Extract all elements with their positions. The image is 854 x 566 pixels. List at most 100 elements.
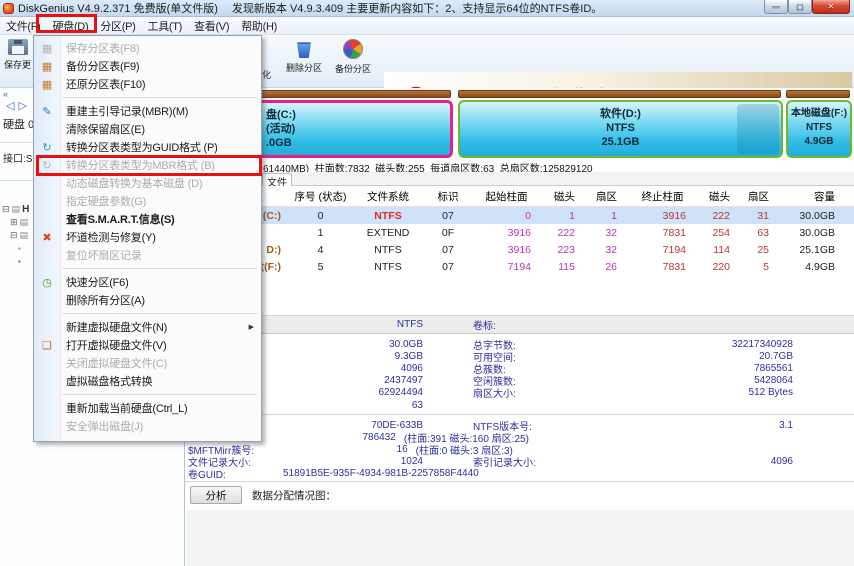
detail-row: NTFS卷标:: [185, 315, 854, 334]
menu-item-reload-current-disk[interactable]: 重新加载当前硬盘(Ctrl_L): [34, 399, 261, 417]
partition-tree: ⊟ ▤ H ⊞ ▤ ⊟ ▤ ▪ ▪: [2, 203, 30, 268]
menu-item-new-virtual-disk-file[interactable]: 新建虚拟硬盘文件(N) ▶: [34, 318, 261, 336]
edit-icon: ✎: [34, 105, 60, 118]
table-row-d[interactable]: D:) 4 NTFS 07 3916 223 32 7194 114 25 25…: [185, 241, 854, 258]
col-start-cyl: 起始柱面: [468, 189, 545, 204]
minimize-button[interactable]: —: [764, 0, 788, 14]
analyze-button[interactable]: 分析: [190, 486, 242, 504]
menu-item-close-virtual-disk-file: 关闭虚拟硬盘文件(C): [34, 354, 261, 372]
partition-details: NTFS卷标: 30.0GB总字节数:32217340928 9.3GB可用空间…: [185, 315, 854, 480]
collapse-node-icon[interactable]: ⊟: [2, 204, 10, 215]
format-button-fragment[interactable]: 化: [262, 65, 271, 81]
menu-item-quick-partition[interactable]: ◷ 快速分区(F6): [34, 273, 261, 291]
tree-item[interactable]: ⊟ ▤: [10, 229, 30, 242]
pie-chart-icon: [343, 39, 363, 59]
close-button[interactable]: ✕: [812, 0, 850, 14]
menu-tools[interactable]: 工具(T): [142, 17, 189, 35]
expand-node-icon[interactable]: ⊞: [10, 217, 18, 228]
menu-bar: 文件(F) 硬盘(D) 分区(P) 工具(T) 查看(V) 帮助(H): [0, 17, 854, 35]
partition-c-status: (活动): [266, 122, 296, 136]
menu-item-clear-reserved-sectors[interactable]: 清除保留扇区(E): [34, 120, 261, 138]
data-allocation-map-label: 数据分配情况图：: [252, 488, 336, 503]
tab-strip: 文件: [185, 172, 854, 186]
partition-d-size: 25.1GB: [460, 135, 781, 149]
clock-icon: ◷: [34, 276, 60, 289]
disk-selector-label[interactable]: 硬盘 0: [3, 116, 34, 132]
save-disk-icon: [8, 39, 28, 55]
menu-item-restore-partition-table[interactable]: ▦ 还原分区表(F10): [34, 75, 261, 93]
partition-bar-f[interactable]: 本地磁盘(F:) NTFS 4.9GB: [786, 100, 852, 158]
partition-cap-f: [786, 90, 850, 98]
detail-row-guid: 卷GUID:51891B5E-935F-4934-981B-2257858F44…: [185, 468, 854, 480]
menu-separator: [34, 390, 261, 399]
backup-partition-button[interactable]: 备份分区: [335, 39, 371, 75]
menu-item-delete-all-partitions[interactable]: 删除所有分区(A): [34, 291, 261, 309]
detail-row: 文件记录大小:1024索引记录大小:4096: [185, 456, 854, 468]
disk-icon: ▦: [34, 60, 60, 73]
partition-node-icon: ▪: [18, 244, 21, 253]
menu-help[interactable]: 帮助(H): [235, 17, 283, 35]
menu-item-backup-partition-table[interactable]: ▦ 备份分区表(F9): [34, 57, 261, 75]
menu-item-convert-to-guid[interactable]: ↻ 转换分区表类型为GUID格式 (P): [34, 138, 261, 156]
collapse-sidebar-icon[interactable]: «: [3, 89, 8, 99]
annotation-box-disk-menu: [36, 14, 97, 33]
col-end-head: 磁头: [700, 189, 740, 204]
divider: [185, 414, 854, 415]
partition-f-fs: NTFS: [788, 121, 850, 135]
layers-icon: ❏: [34, 339, 60, 352]
partition-f-label: 本地磁盘(F:): [788, 107, 850, 121]
data-allocation-map-area: [186, 510, 854, 566]
detail-row: 63: [185, 399, 854, 411]
detail-row: 786432(柱面:391 磁头:160 扇区:25): [185, 431, 854, 443]
tab-browse-files[interactable]: 文件: [262, 173, 292, 186]
menu-separator: [34, 264, 261, 273]
tree-item[interactable]: ⊞ ▤: [10, 216, 30, 229]
tree-item[interactable]: ▪: [18, 255, 30, 268]
save-changes-button[interactable]: 保存更: [4, 39, 31, 71]
col-index: 序号 (状态): [293, 189, 348, 204]
tree-item[interactable]: ▪: [18, 242, 30, 255]
col-filesystem: 文件系统: [348, 189, 428, 204]
table-row-c[interactable]: (C:) 0 NTFS 07 0 1 1 3916 222 31 30.0GB: [185, 207, 854, 224]
partition-f-size: 4.9GB: [788, 135, 850, 149]
annotation-box-convert-mbr: [36, 155, 262, 176]
menu-item-safe-eject-disk: 安全弹出磁盘(J): [34, 417, 261, 435]
menu-partition[interactable]: 分区(P): [94, 17, 141, 35]
disk-icon: ▦: [34, 78, 60, 91]
update-notice: 发现新版本 V4.9.3.409 主要更新内容如下：2、支持显示64位的NTFS…: [232, 0, 602, 16]
disk-node-icon: ▤: [20, 217, 29, 228]
menu-separator: [34, 93, 261, 102]
menu-view[interactable]: 查看(V): [188, 17, 235, 35]
delete-partition-button[interactable]: 删除分区: [286, 39, 322, 74]
menu-separator: [34, 309, 261, 318]
diskgenius-window: DiskGenius V4.9.2.371 免费版(单文件版) 发现新版本 V4…: [0, 0, 854, 566]
detail-row: 62924494扇区大小:512 Bytes: [185, 387, 854, 399]
col-start-head: 磁头: [545, 189, 585, 204]
menu-item-save-partition-table: ▦ 保存分区表(F8): [34, 39, 261, 57]
table-header-row: 序号 (状态) 文件系统 标识 起始柱面 磁头 扇区 终止柱面 磁头 扇区 容量: [185, 186, 854, 207]
menu-item-set-disk-parameters: 指定硬盘参数(G): [34, 192, 261, 210]
trash-icon: [296, 39, 313, 58]
table-row-extend[interactable]: 1 EXTEND 0F 3916 222 32 7831 254 63 30.0…: [185, 224, 854, 241]
partition-c-size: .0GB: [266, 136, 296, 150]
menu-item-bad-track-check-repair[interactable]: ✖ 坏道检测与修复(Y): [34, 228, 261, 246]
collapse-node-icon[interactable]: ⊟: [10, 230, 18, 241]
menu-item-dynamic-to-basic: 动态磁盘转换为基本磁盘 (D): [34, 174, 261, 192]
menu-item-view-smart-info[interactable]: 查看S.M.A.R.T.信息(S): [34, 210, 261, 228]
menu-item-virtual-disk-format-convert[interactable]: 虚拟磁盘格式转换: [34, 372, 261, 390]
partition-bar-d[interactable]: 软件(D:) NTFS 25.1GB: [458, 100, 783, 158]
disk-icon: ▦: [34, 42, 60, 55]
divider: [185, 481, 854, 482]
app-icon: [3, 3, 14, 14]
col-tag: 标识: [428, 189, 468, 204]
menu-item-open-virtual-disk-file[interactable]: ❏ 打开虚拟硬盘文件(V): [34, 336, 261, 354]
col-start-sector: 扇区: [585, 189, 625, 204]
partition-c-label: 盘(C:): [266, 108, 296, 122]
disk-nav-arrows[interactable]: ◁▷: [6, 99, 31, 112]
table-row-f[interactable]: 盘(F:) 5 NTFS 07 7194 115 26 7831 220 5 4…: [185, 258, 854, 275]
menu-item-rebuild-mbr[interactable]: ✎ 重建主引导记录(MBR)(M): [34, 102, 261, 120]
partition-d-fs: NTFS: [460, 121, 781, 135]
tree-root-item[interactable]: ⊟ ▤ H: [2, 203, 30, 216]
restore-button[interactable]: ▢: [788, 0, 812, 14]
disk-overview: 盘(C:) (活动) .0GB 软件(D:) NTFS 25.1GB 本地磁盘(…: [185, 88, 854, 160]
